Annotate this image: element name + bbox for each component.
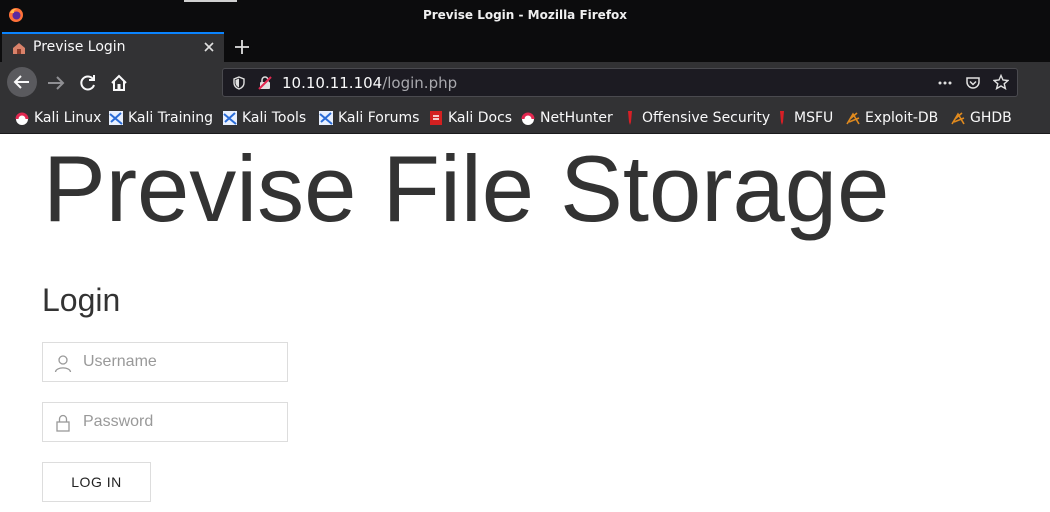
bookmark-label: Kali Training xyxy=(128,110,213,126)
password-field[interactable] xyxy=(42,402,288,442)
reload-icon[interactable] xyxy=(74,69,102,97)
page-content: Previse File Storage Login LOG IN xyxy=(0,134,1050,512)
kali-docs-icon xyxy=(430,111,442,125)
ghdb-icon xyxy=(951,112,965,125)
new-tab-icon[interactable] xyxy=(232,37,252,57)
navigation-toolbar: 10.10.11.104/login.php xyxy=(0,62,1050,102)
close-tab-icon[interactable] xyxy=(202,40,216,54)
msfu-icon xyxy=(780,111,784,125)
tab-previse-login[interactable]: Previse Login xyxy=(2,32,224,62)
home-icon[interactable] xyxy=(105,69,133,97)
url-path: /login.php xyxy=(382,74,458,92)
bookmark-kali-docs[interactable]: Kali Docs xyxy=(428,108,512,128)
back-button[interactable] xyxy=(7,67,37,97)
back-arrow-icon xyxy=(13,75,29,89)
bookmark-label: Kali Linux xyxy=(34,110,102,126)
lock-icon xyxy=(56,414,70,432)
bookmark-label: Exploit-DB xyxy=(865,110,939,126)
bookmark-kali-forums[interactable]: Kali Forums xyxy=(318,108,419,128)
bookmark-msfu[interactable]: MSFU xyxy=(774,108,833,128)
bookmark-label: Kali Forums xyxy=(338,110,420,126)
bookmark-offensive-security[interactable]: Offensive Security xyxy=(622,108,770,128)
tab-label: Previse Login xyxy=(33,39,126,55)
url-text[interactable]: 10.10.11.104/login.php xyxy=(282,74,457,92)
password-input[interactable] xyxy=(83,403,283,441)
kali-forums-icon xyxy=(319,111,333,125)
url-host: 10.10.11.104 xyxy=(282,74,383,92)
username-field[interactable] xyxy=(42,342,288,382)
page-title: Previse File Storage xyxy=(43,136,890,241)
bookmarks-toolbar: Kali Linux Kali Training Kali Tools Kali… xyxy=(0,102,1050,134)
kali-icon xyxy=(15,112,29,125)
tab-strip: Previse Login xyxy=(0,32,1050,62)
offsec-icon xyxy=(628,111,632,125)
username-input[interactable] xyxy=(83,343,283,381)
bookmark-nethunter[interactable]: NetHunter xyxy=(520,108,613,128)
bookmark-star-icon[interactable] xyxy=(993,74,1009,90)
bookmark-label: MSFU xyxy=(794,110,834,126)
user-icon xyxy=(54,355,72,373)
login-button[interactable]: LOG IN xyxy=(42,462,151,502)
bookmark-label: Offensive Security xyxy=(642,110,771,126)
bookmark-label: Kali Tools xyxy=(242,110,307,126)
login-heading: Login xyxy=(42,282,121,318)
window-titlebar: Previse Login - Mozilla Firefox xyxy=(0,0,1050,32)
kali-training-icon xyxy=(109,111,123,125)
site-favicon-icon xyxy=(13,43,25,54)
bookmark-label: Kali Docs xyxy=(448,110,513,126)
pocket-icon[interactable] xyxy=(965,75,981,91)
bookmark-kali-linux[interactable]: Kali Linux xyxy=(14,108,101,128)
insecure-lock-icon[interactable] xyxy=(257,75,273,91)
kali-tools-icon xyxy=(223,111,237,125)
bookmark-ghdb[interactable]: GHDB xyxy=(950,108,1012,128)
forward-arrow-icon[interactable] xyxy=(42,69,70,97)
bookmark-kali-tools[interactable]: Kali Tools xyxy=(222,108,306,128)
nethunter-icon xyxy=(521,112,535,125)
bookmark-exploit-db[interactable]: Exploit-DB xyxy=(845,108,938,128)
bookmark-label: GHDB xyxy=(970,110,1012,126)
exploitdb-icon xyxy=(846,112,860,125)
window-title: Previse Login - Mozilla Firefox xyxy=(422,8,628,22)
page-actions-menu-icon[interactable] xyxy=(937,75,953,91)
tracking-protection-shield-icon[interactable] xyxy=(231,75,247,91)
bookmark-label: NetHunter xyxy=(540,110,613,126)
titlebar-highlight xyxy=(184,0,237,2)
url-bar[interactable]: 10.10.11.104/login.php xyxy=(222,68,1018,97)
bookmark-kali-training[interactable]: Kali Training xyxy=(108,108,213,128)
